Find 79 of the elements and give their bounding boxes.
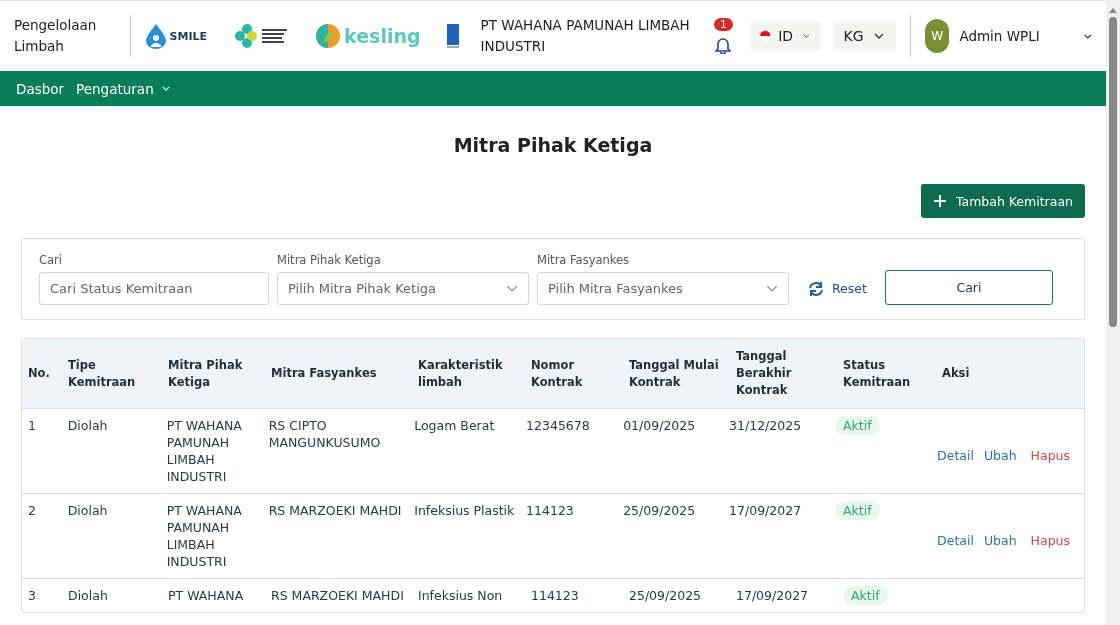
refresh-icon [807,280,825,297]
plus-icon [932,194,947,208]
table-cell-text: 1 [28,417,37,435]
nav-menu-item[interactable]: Pengaturan [76,80,170,97]
table-cell-text: Diolah [67,502,109,520]
user-avatar[interactable]: W [924,19,950,53]
table-cell-text: 114123 [526,502,575,520]
search-field[interactable]: Cari Status Kemitraan [39,272,269,305]
chevron-down-icon[interactable] [1084,33,1092,39]
table-cell-text: 12345678 [526,417,591,435]
app-title: Pengelolaan Limbah [14,16,98,56]
table-cell-text: 114123 [531,587,580,605]
delete-link[interactable]: Hapus [1030,511,1070,570]
table-cell-text: PT WAHANA PAMUNAH LIMBAH INDUSTRI [166,502,243,571]
column-header: Tanggal Berakhir Kontrak [736,348,793,399]
table-cell-text: 3 [28,587,37,605]
chevron-down-icon [506,285,518,292]
page-title: Mitra Pihak Ketiga [452,134,654,156]
table-cell-text: 25/09/2025 [623,502,697,520]
dropdown-field[interactable]: Pilih Mitra Fasyankes [537,272,789,305]
indonesia-flag-icon [759,28,771,44]
table-cell-text: 2 [28,502,37,520]
column-header: Status Kemitraan [843,356,912,391]
table-cell-text: Logam Berat [414,417,496,435]
status-tag: Aktif [835,416,880,435]
column-header: Aksi [942,365,971,382]
table-cell-text: RS MARZOEKI MAHDI [271,587,405,605]
table-cell-text: Diolah [68,587,109,605]
edit-link[interactable]: Ubah [983,426,1017,485]
scrollbar[interactable] [1106,0,1120,625]
dropdown-field[interactable]: Pilih Mitra Pihak Ketiga [277,272,529,305]
filter-label: Cari [39,253,63,267]
column-header: Mitra Pihak Ketiga [168,356,244,391]
language-selector[interactable]: ID [749,21,820,51]
table-cell-text: PT WAHANA [168,587,245,605]
search-button[interactable]: Cari [884,270,1053,305]
column-header: Karakteristik limbah [418,356,504,391]
column-header: No. [28,365,51,382]
notification-badge: 1 [714,18,733,31]
chevron-down-icon [873,33,884,39]
detail-link[interactable]: Detail [937,426,974,485]
kesling-logo: kesling [315,23,421,49]
chevron-down-icon [766,285,778,292]
filter-label: Mitra Fasyankes [537,253,631,267]
scroll-up-arrow-icon[interactable] [1108,6,1118,14]
table-cell-text: Infeksius Non [418,587,504,605]
ministry-logo [233,23,290,49]
column-header: Mitra Fasyankes [271,365,378,382]
column-header: Tipe Kemitraan [68,356,137,391]
notification-button[interactable]: 1 [711,18,736,54]
status-tag: Aktif [835,501,880,520]
table-cell-text: 31/12/2025 [729,417,803,435]
table-cell-text: PT WAHANA PAMUNAH LIMBAH INDUSTRI [166,417,243,486]
chevron-down-icon [161,86,170,91]
table-cell-text: 17/09/2027 [736,587,810,605]
table-cell-text: RS MARZOEKI MAHDI [268,502,403,520]
column-header: Nomor Kontrak [531,356,584,391]
table-cell-text: Diolah [67,417,109,435]
unit-selector[interactable]: KG [833,21,896,51]
add-partnership-button[interactable]: Tambah Kemitraan [920,184,1085,218]
reset-button[interactable]: Reset [807,272,867,305]
table-cell-text: 17/09/2027 [729,502,803,520]
delete-link[interactable]: Hapus [1030,426,1070,485]
table-cell-text: RS CIPTO MANGUNKUSUMO [268,417,382,452]
chevron-down-icon [803,33,810,39]
user-name[interactable]: Admin WPLI [959,28,1071,44]
nav-menu-item[interactable]: Dasbor [16,80,65,97]
table-cell-text: 01/09/2025 [623,417,697,435]
status-tag: Aktif [843,586,888,605]
smile-logo: SMILE [144,23,208,49]
column-header: Tanggal Mulai Kontrak [629,356,720,391]
table-cell-text: 25/09/2025 [629,587,703,605]
filter-label: Mitra Pihak Ketiga [277,253,382,267]
bell-icon [715,36,732,54]
edit-link[interactable]: Ubah [983,511,1017,570]
table-cell-text: Infeksius Plastik [414,502,516,520]
detail-link[interactable]: Detail [937,511,974,570]
undp-logo [446,24,459,48]
company-name: PT WAHANA PAMUNAH LIMBAH INDUSTRI [480,16,691,56]
